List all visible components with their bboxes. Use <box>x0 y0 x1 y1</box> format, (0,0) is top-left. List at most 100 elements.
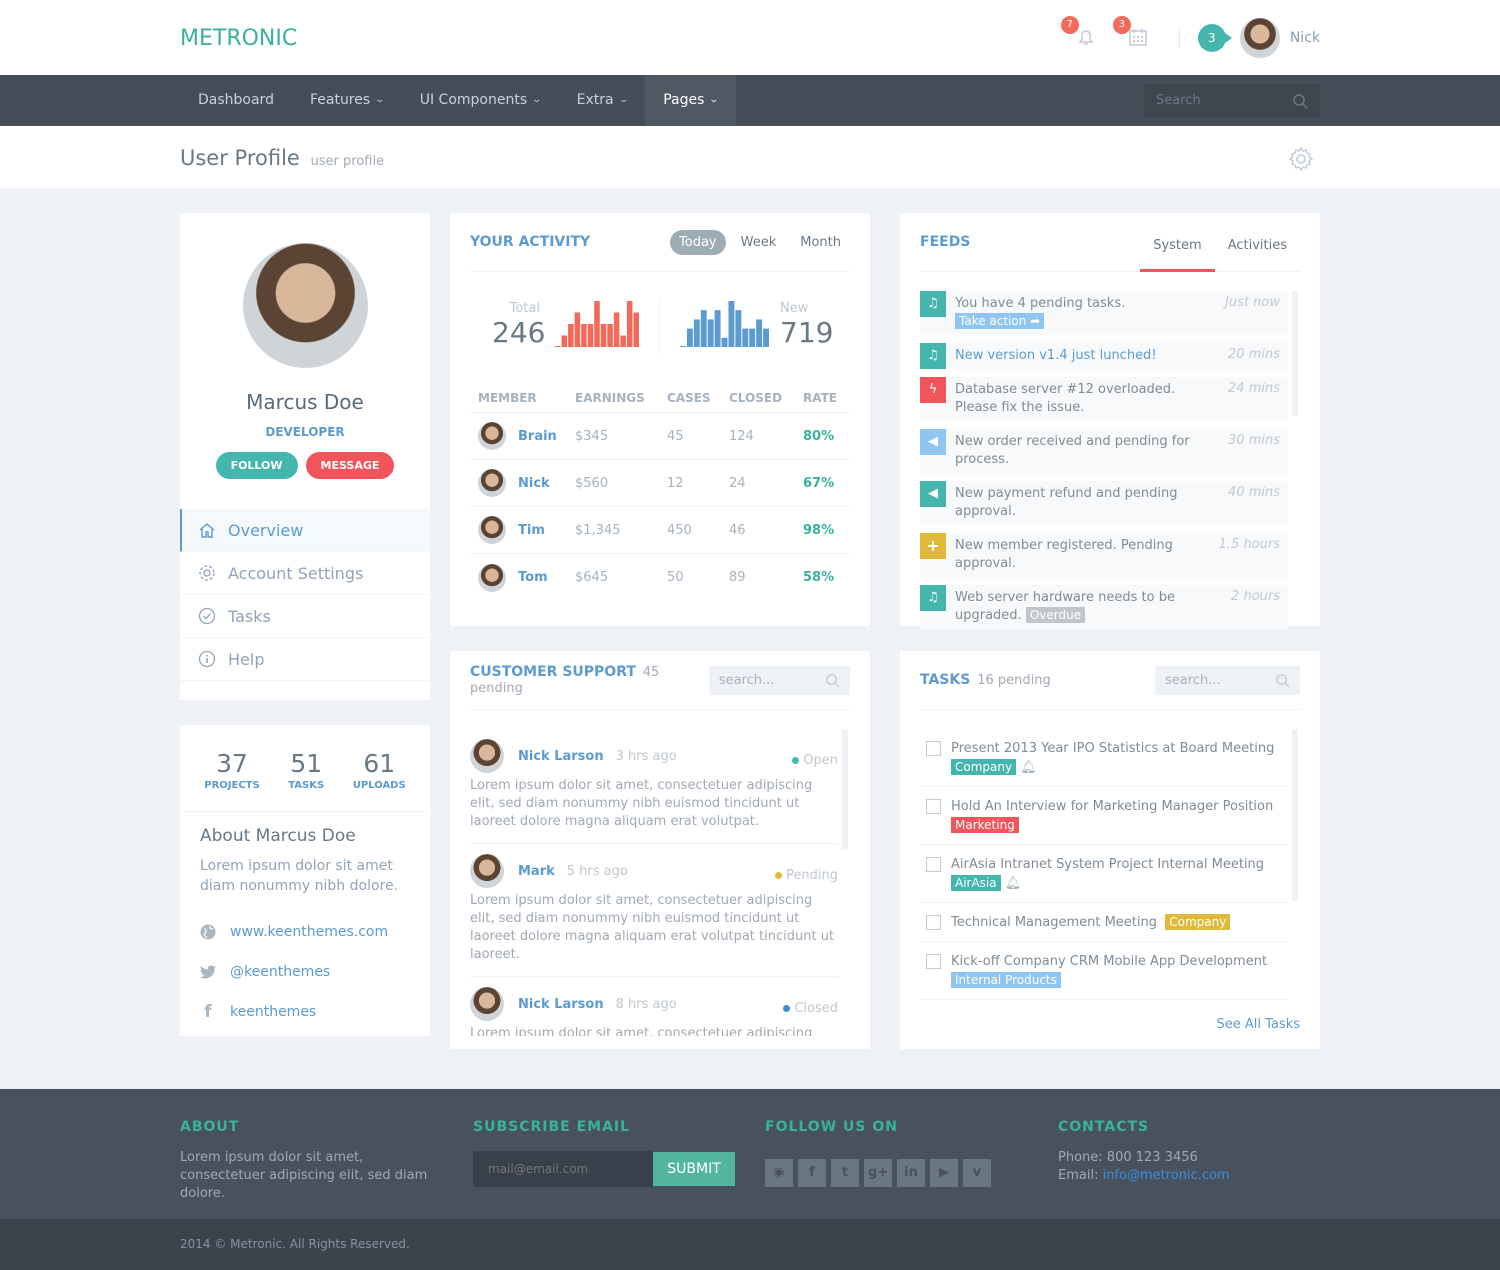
tab-month[interactable]: Month <box>791 230 850 255</box>
bell-icon[interactable]: 🔔︎ <box>1005 876 1022 891</box>
user-avatar[interactable] <box>1239 18 1280 58</box>
col-cases: CASES <box>667 390 711 405</box>
menu-tasks[interactable]: Tasks <box>180 595 430 638</box>
user-name[interactable]: Nick <box>1290 30 1320 46</box>
menu-overview[interactable]: Overview <box>180 509 430 552</box>
tasks-scrollbar[interactable] <box>1292 729 1298 901</box>
spark-bar <box>581 324 587 347</box>
support-scrollbar[interactable] <box>842 729 848 849</box>
feed-item[interactable]: ♫ Web server hardware needs to be upgrad… <box>920 585 1288 629</box>
nav-ui-components[interactable]: UI Components ⌄ <box>402 75 559 126</box>
message-button[interactable]: MESSAGE <box>305 452 395 479</box>
member-link[interactable]: Brain <box>518 429 557 444</box>
footer-contacts-title: CONTACTS <box>1058 1119 1150 1135</box>
googleplus-icon[interactable]: g+ <box>864 1159 892 1187</box>
top-header: METRONIC 7 3 3 Nick <box>0 0 1500 75</box>
notifications-button[interactable]: 7 <box>1060 16 1099 50</box>
see-all-tasks-link[interactable]: See All Tasks <box>1217 1017 1300 1032</box>
spark-bar <box>735 310 742 347</box>
youtube-icon[interactable]: ▶ <box>930 1159 958 1187</box>
task-checkbox[interactable] <box>926 915 941 930</box>
about-title: About Marcus Doe <box>200 826 356 846</box>
ticket-item: Nick Larson 3 hrs ago Open Lorem ipsum d… <box>470 729 838 844</box>
cases-cell: 45 <box>667 428 684 444</box>
nav-dashboard[interactable]: Dashboard <box>180 75 292 126</box>
bell-icon[interactable]: 🔔︎ <box>1020 760 1037 775</box>
tab-today[interactable]: Today <box>670 229 726 255</box>
status-dot <box>792 756 800 764</box>
feed-time: Just now <box>1225 295 1280 310</box>
submit-button[interactable]: SUBMIT <box>653 1152 735 1186</box>
menu-help[interactable]: Help <box>180 638 430 681</box>
ticket-time: 8 hrs ago <box>615 996 677 1012</box>
task-checkbox[interactable] <box>926 954 941 969</box>
col-earnings: EARNINGS <box>575 390 645 405</box>
feed-item[interactable]: + New member registered. Pending approva… <box>920 533 1288 577</box>
linkedin-icon[interactable]: in <box>897 1159 925 1187</box>
calendar-button[interactable]: 3 <box>1112 16 1151 50</box>
nav-label: Dashboard <box>198 92 274 108</box>
spark-bar <box>600 324 607 347</box>
member-avatar <box>478 422 506 450</box>
website-link[interactable]: www.keenthemes.com <box>230 924 388 940</box>
main-nav: Dashboard Features ⌄ UI Components ⌄ Extra… <box>0 75 1500 126</box>
member-link[interactable]: Tom <box>518 570 548 585</box>
task-checkbox[interactable] <box>926 857 941 872</box>
facebook-icon: f <box>204 1002 212 1022</box>
closed-cell: 24 <box>729 475 746 491</box>
ticket-status: Open <box>803 752 838 768</box>
vimeo-icon[interactable]: v <box>963 1159 991 1187</box>
spark-bar <box>763 328 769 347</box>
feed-item[interactable]: ϟ Database server #12 overloaded. Please… <box>920 377 1288 421</box>
nav-pages[interactable]: Pages ⌄ <box>645 75 736 126</box>
menu-account-settings[interactable]: Account Settings <box>180 552 430 595</box>
activity-card: YOUR ACTIVITY Today Week Month Total 246… <box>450 213 870 626</box>
tab-system[interactable]: System <box>1140 213 1216 272</box>
member-link[interactable]: Tim <box>518 523 545 538</box>
take-action-button[interactable]: Take action ➦ <box>955 313 1045 329</box>
tab-week[interactable]: Week <box>732 230 786 255</box>
inbox-bubble[interactable]: 3 <box>1197 24 1232 52</box>
search-icon[interactable] <box>825 673 840 688</box>
task-checkbox[interactable] <box>926 741 941 756</box>
ticket-author[interactable]: Mark <box>518 864 555 879</box>
ticket-author[interactable]: Nick Larson <box>518 749 604 764</box>
feed-time: 20 mins <box>1228 347 1280 362</box>
support-search-input[interactable] <box>718 672 819 688</box>
task-text: AirAsia Intranet System Project Internal… <box>951 857 1265 872</box>
spark-bar <box>574 312 581 347</box>
nav-features[interactable]: Features ⌄ <box>292 75 402 126</box>
nav-extra[interactable]: Extra ⌄ <box>559 75 646 126</box>
spark-bar <box>707 319 714 347</box>
spark-bar <box>742 328 749 347</box>
follow-button[interactable]: FOLLOW <box>215 452 298 479</box>
search-icon[interactable] <box>1275 673 1290 688</box>
feeds-scrollbar[interactable] <box>1292 291 1298 416</box>
feed-item[interactable]: ♫ New version v1.4 just lunched! 20 mins <box>920 343 1288 369</box>
cases-cell: 450 <box>667 522 692 538</box>
task-checkbox[interactable] <box>926 799 941 814</box>
gear-icon[interactable] <box>1288 146 1314 172</box>
task-item: Hold An Interview for Marketing Manager … <box>920 787 1288 845</box>
subscribe-email-input[interactable] <box>473 1151 653 1187</box>
search-icon[interactable] <box>1292 93 1308 109</box>
facebook-link[interactable]: keenthemes <box>230 1004 316 1020</box>
feed-item[interactable]: ◀ New payment refund and pending approva… <box>920 481 1288 525</box>
tab-activities[interactable]: Activities <box>1215 213 1300 272</box>
stat-value: 61 <box>363 749 396 778</box>
ticket-author[interactable]: Nick Larson <box>518 997 604 1012</box>
feed-link[interactable]: New version v1.4 just lunched! <box>955 348 1157 363</box>
rss-icon[interactable]: ◉ <box>765 1159 793 1187</box>
facebook-icon[interactable]: f <box>798 1159 826 1187</box>
feed-item[interactable]: ♫ You have 4 pending tasks. Take action … <box>920 291 1288 335</box>
feed-item[interactable]: ◀ New order received and pending for pro… <box>920 429 1288 473</box>
email-link[interactable]: info@metronic.com <box>1103 1168 1230 1183</box>
tasks-search-input[interactable] <box>1165 672 1265 688</box>
twitter-link[interactable]: @keenthemes <box>230 964 330 980</box>
logo[interactable]: METRONIC <box>180 26 297 51</box>
member-link[interactable]: Nick <box>518 476 550 491</box>
bullhorn-icon: ◀ <box>920 429 946 455</box>
nav-search-input[interactable] <box>1156 93 1276 108</box>
share-icon: ➦ <box>1030 314 1041 328</box>
twitter-icon[interactable]: t <box>831 1159 859 1187</box>
